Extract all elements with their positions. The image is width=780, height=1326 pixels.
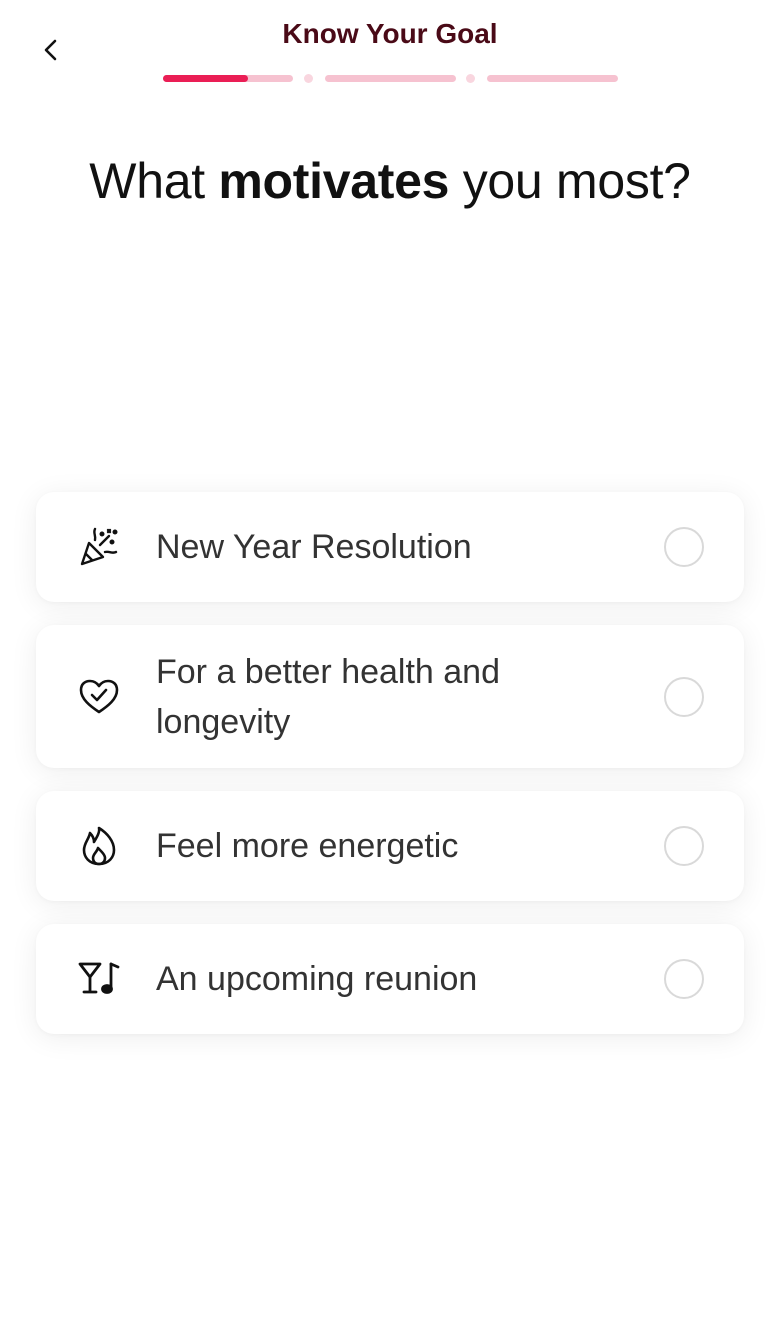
option-label: For a better health and longevity <box>156 652 501 741</box>
flame-icon <box>78 825 120 867</box>
option-new-year-resolution[interactable]: New Year Resolution <box>36 492 744 602</box>
heart-check-icon <box>78 676 120 718</box>
screen: Know Your Goal What motivates you most? <box>0 0 780 1326</box>
progress-step-3 <box>487 75 618 82</box>
progress-separator <box>466 74 475 83</box>
cocktail-music-icon <box>78 958 120 1000</box>
option-radio[interactable] <box>664 826 704 866</box>
option-label: Feel more energetic <box>156 827 459 865</box>
option-better-health[interactable]: For a better health and longevity <box>36 625 744 768</box>
question-heading: What motivates you most? <box>0 152 780 210</box>
page-title: Know Your Goal <box>282 18 498 49</box>
question-suffix: you most? <box>462 153 691 209</box>
question-emphasis: motivates <box>218 153 450 209</box>
option-feel-energetic[interactable]: Feel more energetic <box>36 791 744 901</box>
progress-separator <box>304 74 313 83</box>
question-prefix: What <box>89 153 205 209</box>
progress-step-2 <box>325 75 456 82</box>
option-radio[interactable] <box>664 959 704 999</box>
option-label: An upcoming reunion <box>156 960 478 998</box>
option-radio[interactable] <box>664 527 704 567</box>
option-upcoming-reunion[interactable]: An upcoming reunion <box>36 924 744 1034</box>
progress-bar <box>163 74 618 83</box>
progress-step-1 <box>163 75 293 82</box>
party-popper-icon <box>78 526 120 568</box>
option-label: New Year Resolution <box>156 528 472 566</box>
option-radio[interactable] <box>664 676 704 717</box>
progress-step-1-fill <box>163 75 248 82</box>
